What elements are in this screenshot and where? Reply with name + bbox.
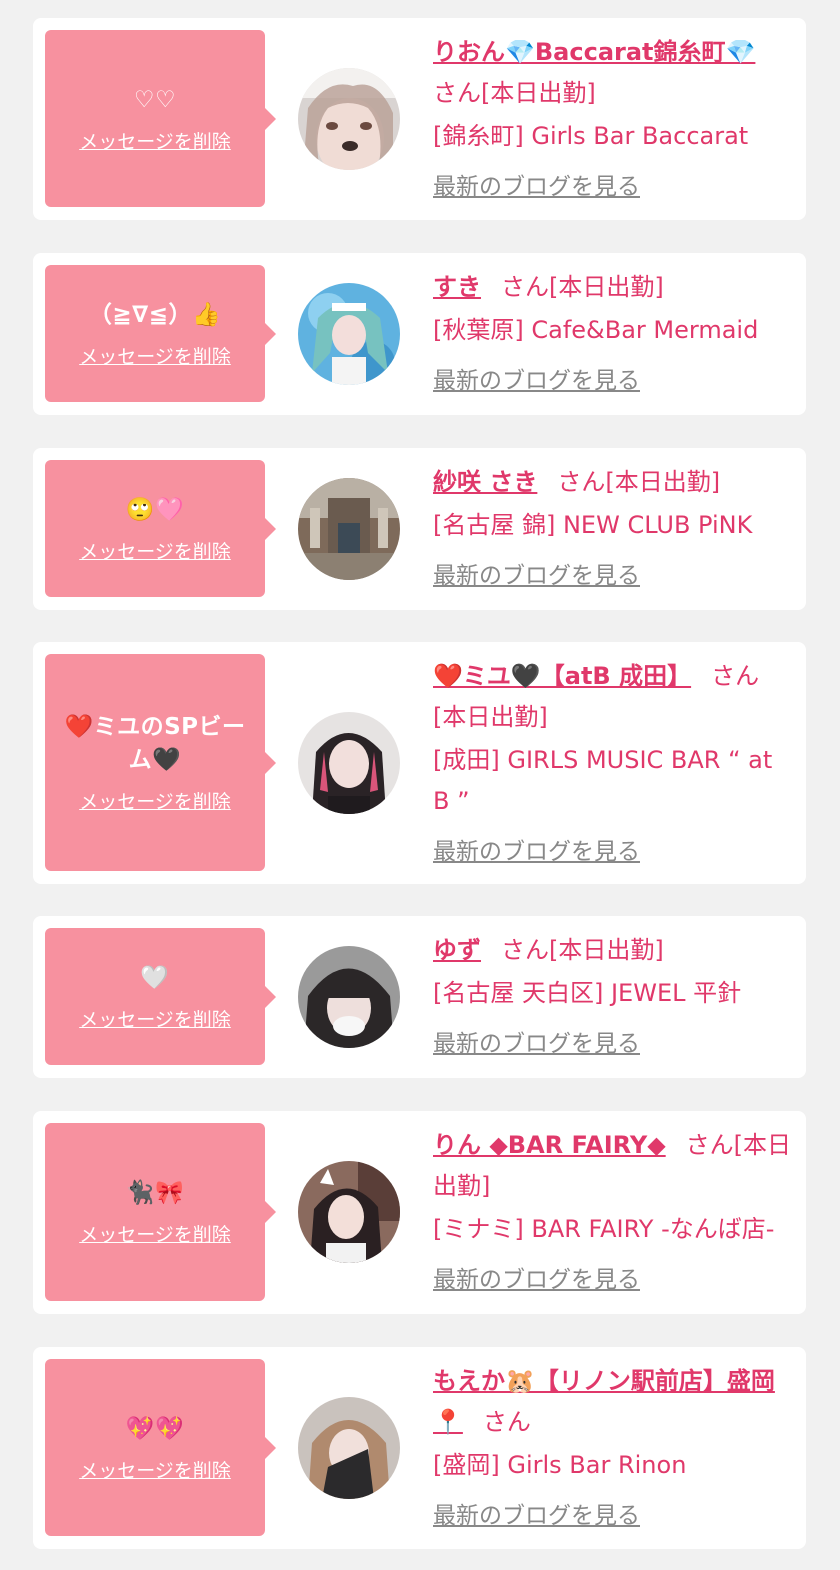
- shop-name: [名古屋 天白区] JEWEL 平針: [433, 979, 742, 1007]
- favorites-list: ♡♡ メッセージを削除 りおん💎Baccarat錦糸町💎 さん[本日出勤] [錦…: [0, 0, 840, 1570]
- blog-link[interactable]: 最新のブログを見る: [433, 556, 640, 597]
- cast-info: すき さん[本日出勤] [秋葉原] Cafe&Bar Mermaid 最新のブログ…: [433, 267, 792, 402]
- cast-suffix: さん[本日出勤]: [557, 468, 721, 496]
- cast-suffix: さん: [482, 1408, 531, 1436]
- delete-message-link[interactable]: メッセージを削除: [79, 127, 231, 154]
- list-item: 🐈‍⬛🎀 メッセージを削除 りん ◆BAR FAIRY◆ さん[本日出勤] [ミナ…: [33, 1111, 806, 1314]
- avatar[interactable]: [298, 283, 400, 385]
- blog-link[interactable]: 最新のブログを見る: [433, 1024, 640, 1065]
- message-text: ♡♡: [133, 86, 177, 113]
- message-bubble: 🐈‍⬛🎀 メッセージを削除: [45, 1123, 276, 1301]
- avatar[interactable]: [298, 478, 400, 580]
- shop-name: [ミナミ] BAR FAIRY -なんば店-: [433, 1215, 775, 1243]
- message-text: （≧∇≦）👍: [88, 301, 222, 328]
- cast-suffix: さん[本日出勤]: [501, 273, 664, 301]
- list-item: ❤️ミユのSPビーム🖤 メッセージを削除 ❤️ミユ🖤【atB 成田】 さん[本日出…: [33, 642, 806, 884]
- blog-link[interactable]: 最新のブログを見る: [433, 361, 640, 402]
- avatar-photo: [298, 283, 400, 385]
- cast-name-link[interactable]: りおん💎Baccarat錦糸町💎: [433, 38, 755, 66]
- shop-name: [錦糸町] Girls Bar Baccarat: [433, 122, 749, 150]
- message-bubble: 💖💖 メッセージを削除: [45, 1359, 276, 1536]
- delete-message-link[interactable]: メッセージを削除: [79, 342, 231, 369]
- message-text: ❤️ミユのSPビーム🖤: [64, 714, 246, 773]
- cast-info: ゆず さん[本日出勤] [名古屋 天白区] JEWEL 平針 最新のブログを見る: [433, 930, 792, 1065]
- cast-info: りん ◆BAR FAIRY◆ さん[本日出勤] [ミナミ] BAR FAIRY -…: [433, 1125, 792, 1301]
- list-item: 🙄🩷 メッセージを削除 紗咲 さき さん[本日出勤] [名古屋 錦] NEW CL…: [33, 448, 806, 610]
- message-bubble: 🙄🩷 メッセージを削除: [45, 460, 276, 597]
- message-text: 🤍: [140, 964, 170, 991]
- avatar[interactable]: [298, 712, 400, 814]
- avatar-photo: [298, 1161, 400, 1263]
- list-item: 💖💖 メッセージを削除 もえか🐹【リノン駅前店】盛岡📍 さん [盛岡] Girls…: [33, 1347, 806, 1549]
- avatar-photo: [298, 68, 400, 170]
- blog-link[interactable]: 最新のブログを見る: [433, 1496, 640, 1537]
- delete-message-link[interactable]: メッセージを削除: [79, 1220, 231, 1247]
- message-text: 🐈‍⬛🎀: [125, 1180, 185, 1206]
- cast-info: もえか🐹【リノン駅前店】盛岡📍 さん [盛岡] Girls Bar Rinon 最…: [433, 1361, 792, 1537]
- delete-message-link[interactable]: メッセージを削除: [79, 1456, 231, 1483]
- message-bubble: ❤️ミユのSPビーム🖤 メッセージを削除: [45, 654, 276, 871]
- cast-suffix: さん[本日出勤]: [433, 79, 596, 107]
- shop-name: [名古屋 錦] NEW CLUB PiNK: [433, 511, 753, 539]
- message-text: 💖💖: [125, 1415, 185, 1442]
- cast-info: ❤️ミユ🖤【atB 成田】 さん[本日出勤] [成田] GIRLS MUSIC B…: [433, 656, 792, 873]
- message-bubble: 🤍 メッセージを削除: [45, 928, 276, 1065]
- cast-info: りおん💎Baccarat錦糸町💎 さん[本日出勤] [錦糸町] Girls Ba…: [433, 32, 792, 208]
- delete-message-link[interactable]: メッセージを削除: [79, 787, 231, 814]
- avatar[interactable]: [298, 1161, 400, 1263]
- cast-name-link[interactable]: すき: [433, 273, 481, 301]
- list-item: 🤍 メッセージを削除 ゆず さん[本日出勤] [名古屋 天白区] JEWEL 平針…: [33, 916, 806, 1078]
- shop-name: [秋葉原] Cafe&Bar Mermaid: [433, 316, 759, 344]
- message-bubble: ♡♡ メッセージを削除: [45, 30, 276, 207]
- list-item: （≧∇≦）👍 メッセージを削除 すき さん[本日出勤] [秋葉原] Cafe&Ba…: [33, 253, 806, 415]
- shop-name: [成田] GIRLS MUSIC BAR “ at B ”: [433, 746, 773, 815]
- avatar[interactable]: [298, 946, 400, 1048]
- blog-link[interactable]: 最新のブログを見る: [433, 167, 640, 208]
- list-item: ♡♡ メッセージを削除 りおん💎Baccarat錦糸町💎 さん[本日出勤] [錦…: [33, 18, 806, 220]
- delete-message-link[interactable]: メッセージを削除: [79, 1005, 231, 1032]
- avatar[interactable]: [298, 68, 400, 170]
- avatar-photo: [298, 1397, 400, 1499]
- avatar-photo: [298, 478, 400, 580]
- cast-name-link[interactable]: ゆず: [433, 936, 481, 964]
- message-text: 🙄🩷: [125, 496, 185, 523]
- cast-name-link[interactable]: 紗咲 さき: [433, 468, 537, 496]
- blog-link[interactable]: 最新のブログを見る: [433, 1260, 640, 1301]
- shop-name: [盛岡] Girls Bar Rinon: [433, 1451, 687, 1479]
- cast-suffix: さん[本日出勤]: [501, 936, 664, 964]
- avatar[interactable]: [298, 1397, 400, 1499]
- blog-link[interactable]: 最新のブログを見る: [433, 832, 640, 873]
- cast-name-link[interactable]: ❤️ミユ🖤【atB 成田】: [433, 662, 691, 690]
- cast-info: 紗咲 さき さん[本日出勤] [名古屋 錦] NEW CLUB PiNK 最新のブ…: [433, 462, 792, 597]
- avatar-photo: [298, 712, 400, 814]
- cast-name-link[interactable]: りん ◆BAR FAIRY◆: [433, 1131, 666, 1159]
- message-bubble: （≧∇≦）👍 メッセージを削除: [45, 265, 276, 402]
- delete-message-link[interactable]: メッセージを削除: [79, 537, 231, 564]
- avatar-photo: [298, 946, 400, 1048]
